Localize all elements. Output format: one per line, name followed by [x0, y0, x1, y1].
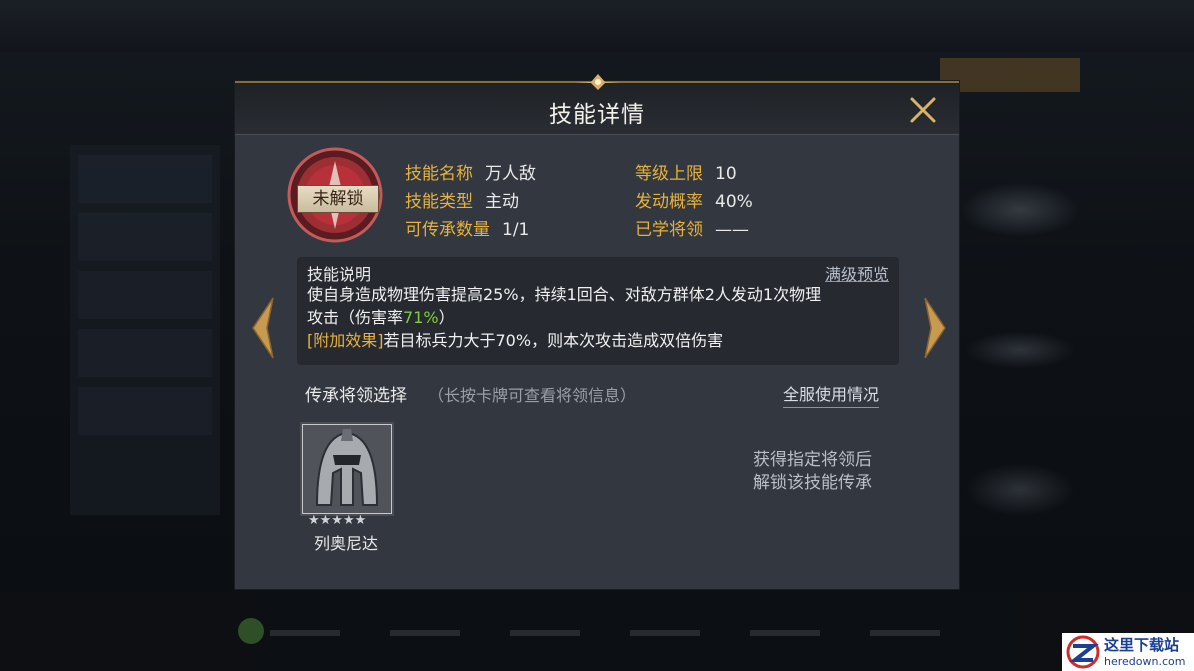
trigger-chance-key: 发动概率: [635, 192, 703, 212]
watermark-text: 这里下载站: [1104, 636, 1180, 654]
locked-label: 未解锁: [297, 185, 379, 213]
inherit-count-key: 可传承数量: [405, 220, 490, 240]
description-line-3: [附加效果]若目标兵力大于70%，则本次攻击造成双倍伤害: [307, 331, 724, 350]
background-bottom-bar: [0, 591, 1194, 671]
hero-star-rating: ★★★★★: [308, 513, 367, 528]
extra-effect-tag: [附加效果]: [307, 331, 384, 350]
description-line-1: 使自身造成物理伤害提高25%，持续1回合、对敌方群体2人发动1次物理: [307, 285, 822, 304]
skill-description-box: 技能说明 满级预览 使自身造成物理伤害提高25%，持续1回合、对敌方群体2人发动…: [297, 257, 899, 365]
header-ornament-icon: [575, 74, 621, 90]
watermark-logo-icon: [1066, 635, 1100, 669]
trigger-chance-row: 发动概率 40%: [635, 187, 753, 212]
trigger-chance-value: 40%: [715, 192, 753, 212]
watermark-url: heredown.com: [1104, 655, 1186, 668]
site-watermark: 这里下载站 heredown.com: [1062, 633, 1194, 671]
level-cap-row: 等级上限 10: [635, 159, 737, 184]
background-button: [238, 618, 264, 644]
server-usage-link[interactable]: 全服使用情况: [783, 381, 880, 408]
inheritance-hint: （长按卡牌可查看将领信息）: [428, 386, 637, 405]
learned-generals-row: 已学将领 ——: [635, 215, 749, 240]
skill-name-key: 技能名称: [405, 164, 473, 184]
hero-name: 列奥尼达: [313, 534, 378, 553]
next-arrow-icon[interactable]: [921, 296, 949, 360]
skill-name-value: 万人敌: [485, 164, 536, 184]
max-level-preview-link[interactable]: 满级预览: [825, 261, 889, 285]
inherit-count-value: 1/1: [502, 220, 530, 240]
skill-name-row: 技能名称 万人敌: [405, 159, 536, 184]
modal-title: 技能详情: [549, 102, 645, 128]
skill-type-key: 技能类型: [405, 192, 473, 212]
inherit-count-row: 可传承数量 1/1: [405, 215, 529, 240]
hero-card[interactable]: [302, 424, 392, 514]
damage-rate: 71%: [403, 308, 439, 327]
background-tab: [940, 58, 1080, 92]
learned-generals-key: 已学将领: [635, 220, 703, 240]
description-line-2: 攻击（伤害率71%）: [307, 308, 455, 327]
skill-type-value: 主动: [485, 192, 519, 212]
spartan-helmet-icon: [303, 425, 391, 513]
unlock-note: 获得指定将领后 解锁该技能传承: [753, 450, 872, 493]
level-cap-key: 等级上限: [635, 164, 703, 184]
background-left-panel: [70, 145, 220, 515]
previous-arrow-icon[interactable]: [249, 296, 277, 360]
skill-type-row: 技能类型 主动: [405, 187, 519, 212]
inheritance-title: 传承将领选择: [305, 386, 407, 406]
modal-header: 技能详情: [235, 74, 959, 135]
level-cap-value: 10: [715, 164, 737, 184]
description-title: 技能说明: [307, 265, 372, 284]
close-icon[interactable]: [909, 96, 937, 124]
background-topbar: [0, 0, 1194, 52]
learned-generals-value: ——: [715, 220, 749, 240]
skill-detail-modal: 技能详情 未解锁 技能名称 万人敌 技能类型 主动 可传承数量 1/1 等级上限 10 …: [234, 74, 960, 590]
